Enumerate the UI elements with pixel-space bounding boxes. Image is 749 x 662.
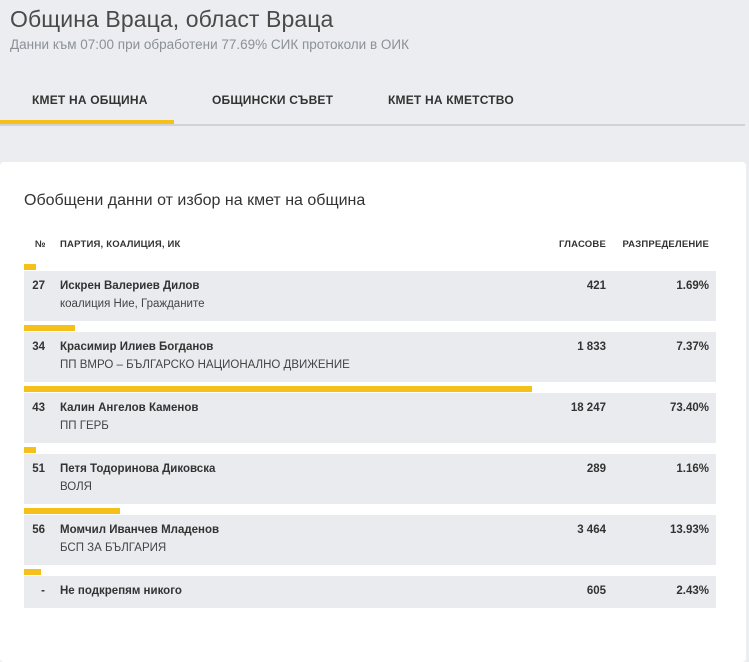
share-value: 1.16%	[676, 463, 709, 475]
table-row: 56 Момчил Иванчев Младенов БСП ЗА БЪЛГАРИЯ…	[24, 515, 716, 565]
candidate-number: 56	[32, 524, 45, 536]
share-bar	[24, 508, 120, 514]
votes-value: 3 464	[577, 524, 606, 536]
candidate-number: 27	[32, 280, 45, 292]
candidate-party: коалиция Ние, Гражданите	[60, 298, 205, 310]
votes-value: 289	[586, 463, 606, 475]
candidate-party: ПП ВМРО – БЪЛГАРСКО НАЦИОНАЛНО ДВИЖЕНИЕ	[60, 359, 350, 371]
results-card: Обобщени данни от избор на кмет на общин…	[0, 162, 746, 662]
column-header-share: РАЗПРЕДЕЛЕНИЕ	[622, 239, 709, 250]
table-row: 51 Петя Тодоринова Диковска ВОЛЯ 289 1.16%	[24, 454, 716, 504]
table-row: 27 Искрен Валериев Дилов коалиция Ние, Гра…	[24, 271, 716, 321]
share-bar	[24, 264, 36, 270]
table-row: 34 Красимир Илиев Богданов ПП ВМРО – БЪЛГА…	[24, 332, 716, 382]
share-bar	[24, 569, 41, 575]
tab-mayor-municipality[interactable]: КМЕТ НА ОБЩИНА	[32, 93, 148, 107]
share-value: 1.69%	[676, 280, 709, 292]
share-value: 73.40%	[669, 402, 709, 414]
candidate-name: Красимир Илиев Богданов	[60, 341, 214, 353]
candidate-party: ПП ГЕРБ	[60, 420, 109, 432]
results-title: Обобщени данни от избор на кмет на общин…	[24, 192, 366, 209]
page-subtitle: Данни към 07:00 при обработени 77.69% СИ…	[10, 37, 409, 52]
candidate-number: 34	[32, 341, 45, 353]
candidate-number: 43	[32, 402, 45, 414]
tab-bar-divider	[0, 124, 745, 126]
votes-value: 1 833	[577, 341, 606, 353]
page-header: Община Враца, област Враца Данни към 07:…	[0, 0, 749, 145]
table-row: 43 Калин Ангелов Каменов ПП ГЕРБ 18 247 73.4…	[24, 393, 716, 443]
share-bar	[24, 325, 75, 331]
share-bar	[24, 447, 36, 453]
share-value: 13.93%	[669, 524, 709, 536]
column-header-number: №	[35, 239, 46, 250]
votes-value: 605	[586, 585, 606, 597]
tab-mayor-township[interactable]: КМЕТ НА КМЕТСТВО	[388, 93, 514, 107]
candidate-number: -	[41, 585, 45, 597]
candidate-number: 51	[32, 463, 45, 475]
table-row: - Не подкрепям никого 605 2.43%	[24, 576, 716, 608]
candidate-name: Не подкрепям никого	[60, 585, 182, 597]
share-value: 7.37%	[676, 341, 709, 353]
share-bar	[24, 386, 532, 392]
candidate-name: Искрен Валериев Дилов	[60, 280, 200, 292]
candidate-party: БСП ЗА БЪЛГАРИЯ	[60, 542, 167, 554]
page-title: Община Враца, област Враца	[10, 6, 334, 32]
share-value: 2.43%	[676, 585, 709, 597]
candidate-party: ВОЛЯ	[60, 481, 92, 493]
votes-value: 421	[586, 280, 606, 292]
tab-municipal-council[interactable]: ОБЩИНСКИ СЪВЕТ	[212, 93, 333, 107]
column-header-votes: ГЛАСОВЕ	[558, 239, 606, 250]
candidate-name: Петя Тодоринова Диковска	[60, 463, 216, 475]
candidate-name: Момчил Иванчев Младенов	[60, 524, 220, 536]
column-header-party: ПАРТИЯ, КОАЛИЦИЯ, ИК	[60, 239, 181, 250]
candidate-name: Калин Ангелов Каменов	[60, 402, 199, 414]
votes-value: 18 247	[570, 402, 606, 414]
